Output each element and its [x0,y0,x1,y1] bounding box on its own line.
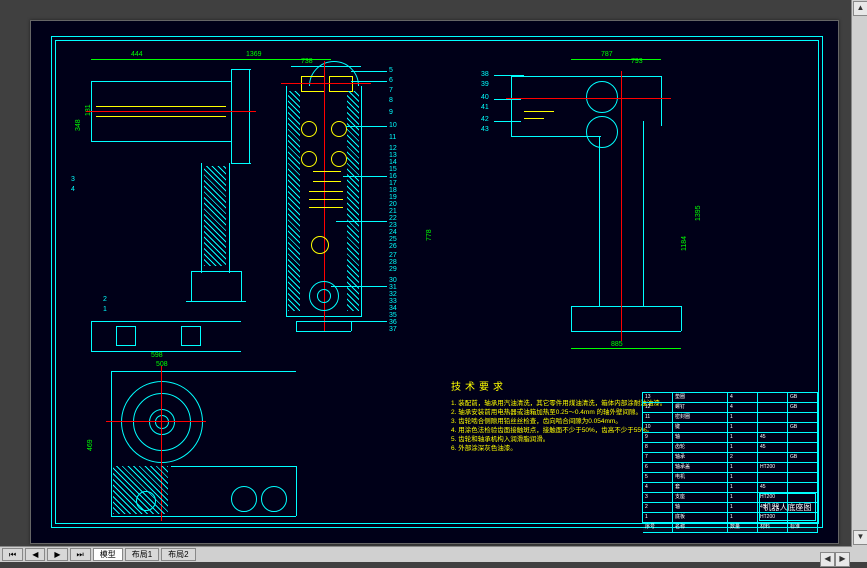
drawing-canvas[interactable]: 444 1369 738 787 793 348 181 3 4 2 1 [30,20,839,544]
tab-nav-prev[interactable]: ◀ [25,548,45,561]
dim-line [571,59,661,60]
tab-model[interactable]: 模型 [93,548,123,561]
leader [343,176,387,177]
tab-layout2[interactable]: 布局2 [161,548,195,561]
tab-layout1[interactable]: 布局1 [125,548,159,561]
tab-nav-last[interactable]: ⏭ [70,548,91,561]
dim-1184: 1184 [681,236,688,251]
scroll-down-icon[interactable]: ▼ [853,530,867,545]
dim-line [91,59,191,60]
drawing-name: 机器人底座图 [759,493,816,521]
dim-787: 787 [601,51,613,58]
dim-469: 469 [87,439,94,451]
dim-444: 444 [131,51,143,58]
leader [331,286,387,287]
scrollbar-vertical[interactable]: ▲ ▼ [851,0,867,547]
scroll-corner [852,547,867,562]
dim-line [571,348,681,349]
leader [336,221,387,222]
dim-778: 778 [426,229,433,241]
leader [351,71,387,72]
scroll-right-icon[interactable]: ▶ [835,552,850,567]
leader [351,81,387,82]
dim-348: 348 [75,119,82,131]
leader [346,126,387,127]
callout-2: 2 [103,296,107,303]
tab-nav-first[interactable]: ⏮ [2,548,23,561]
dim-1395: 1395 [695,205,702,221]
dim-738: 738 [301,58,313,65]
dim-1369: 1369 [246,51,262,58]
scrollbar-horizontal[interactable]: ⏮ ◀ ▶ ⏭ 模型 布局1 布局2 ▶ ◀ [0,546,852,562]
dim-598: 598 [151,352,163,359]
callout-1-left: 1 [103,306,107,313]
scroll-left-icon[interactable]: ◀ [820,552,835,567]
dim-885: 885 [611,341,623,348]
callout-4: 4 [71,186,75,193]
callout-3: 3 [71,176,75,183]
tab-nav-next[interactable]: ▶ [47,548,67,561]
layout-tabs: ⏮ ◀ ▶ ⏭ 模型 布局1 布局2 [2,548,196,561]
leader [326,321,387,322]
dim-793: 793 [631,58,643,65]
scroll-up-icon[interactable]: ▲ [853,1,867,16]
